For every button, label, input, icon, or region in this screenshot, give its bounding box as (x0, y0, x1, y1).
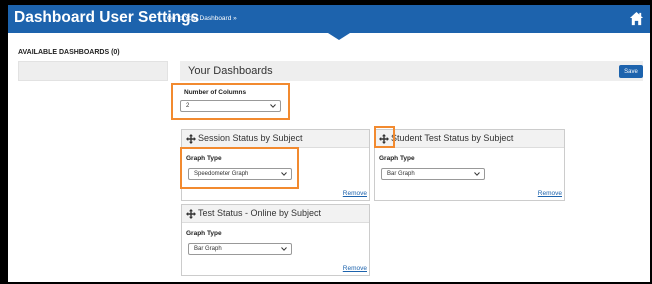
graph-type-select[interactable]: Bar Graph (381, 168, 485, 180)
graph-type-select[interactable]: Bar Graph (188, 243, 292, 255)
dashboard-card-test-status-online: Test Status - Online by Subject Graph Ty… (181, 204, 370, 276)
move-icon[interactable] (186, 134, 196, 144)
move-handle-highlight (374, 126, 395, 148)
remove-link[interactable]: Remove (343, 190, 367, 197)
remove-link[interactable]: Remove (538, 190, 562, 197)
home-icon[interactable] (629, 11, 644, 26)
number-of-columns-label: Number of Columns (184, 89, 247, 96)
number-of-columns-select[interactable]: 2 (180, 100, 281, 112)
go-to-dashboard-link[interactable]: Go to Your Dashboard » (167, 15, 237, 22)
remove-link[interactable]: Remove (343, 265, 367, 272)
save-button[interactable]: Save (619, 65, 643, 78)
your-dashboards-header: Your Dashboards (180, 61, 643, 81)
card-header[interactable]: Session Status by Subject (182, 130, 369, 148)
graph-type-value: Bar Graph (387, 171, 415, 177)
settings-frame: Dashboard User Settings Go to Your Dashb… (8, 5, 650, 282)
top-bar: Dashboard User Settings Go to Your Dashb… (8, 5, 650, 40)
dashboard-card-student-test-status: Student Test Status by Subject Graph Typ… (374, 129, 565, 201)
your-dashboards-title: Your Dashboards (188, 65, 273, 77)
chevron-down-icon (474, 172, 480, 176)
card-title: Session Status by Subject (198, 133, 303, 143)
chevron-down-icon (270, 104, 276, 108)
card-title: Test Status - Online by Subject (198, 208, 322, 218)
card-title: Student Test Status by Subject (391, 133, 514, 143)
graph-type-label: Graph Type (379, 155, 415, 162)
card-header[interactable]: Student Test Status by Subject (375, 130, 564, 148)
graph-type-value: Bar Graph (194, 246, 222, 252)
number-of-columns-value: 2 (186, 103, 190, 109)
available-dashboards-list[interactable] (18, 61, 168, 81)
chevron-down-icon (281, 247, 287, 251)
graph-type-highlight (180, 147, 299, 189)
move-icon[interactable] (186, 209, 196, 219)
graph-type-label: Graph Type (186, 230, 222, 237)
card-header[interactable]: Test Status - Online by Subject (182, 205, 369, 223)
available-dashboards-label: AVAILABLE DASHBOARDS (0) (18, 49, 120, 56)
active-indicator (328, 33, 350, 40)
